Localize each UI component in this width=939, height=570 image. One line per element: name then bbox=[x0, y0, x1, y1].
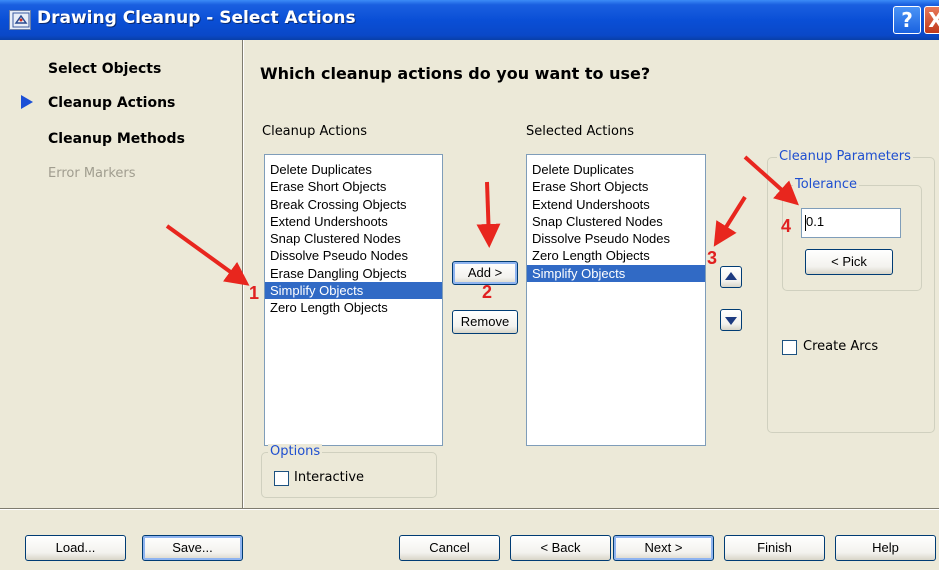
annotation-arrow-4 bbox=[743, 155, 799, 206]
annotation-number-2: 2 bbox=[482, 282, 493, 302]
annotation-number-4: 4 bbox=[781, 216, 792, 236]
annotation-number-3: 3 bbox=[707, 248, 718, 268]
annotation-arrows bbox=[165, 155, 799, 286]
annotation-number-1: 1 bbox=[249, 283, 260, 303]
annotation-arrow-2 bbox=[476, 181, 501, 248]
annotation-arrow-1 bbox=[165, 224, 250, 286]
annotation-arrow-3 bbox=[713, 195, 747, 247]
